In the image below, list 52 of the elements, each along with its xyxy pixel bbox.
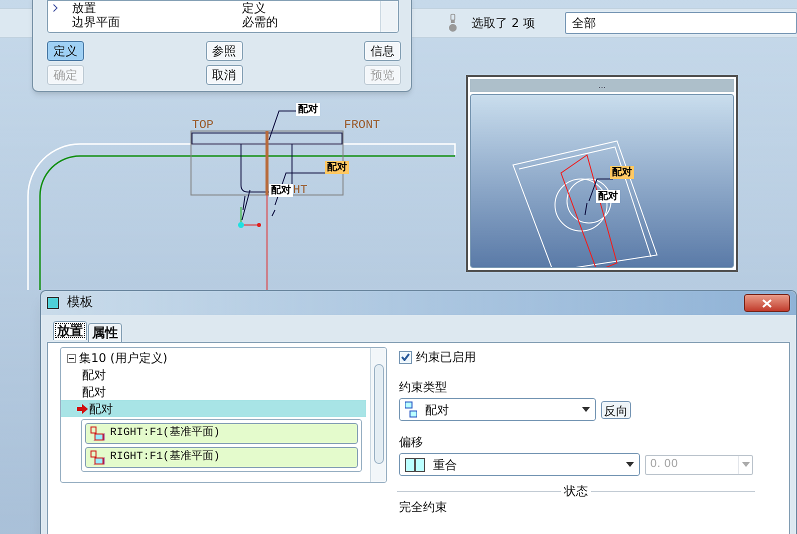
list-item-status: 必需的 [242, 15, 278, 29]
section-label: 状态 [563, 483, 589, 500]
close-button[interactable] [744, 294, 790, 312]
field-label: 约束类型 [399, 379, 448, 396]
datum-plane-label: FRONT [344, 118, 380, 132]
datum-plane-icon [90, 426, 106, 442]
constraint-tag: 配对 [325, 161, 349, 174]
offset-type-dropdown[interactable]: 重合 [399, 453, 640, 476]
checkbox[interactable] [399, 350, 412, 364]
list-item-name[interactable]: 边界平面 [62, 15, 242, 29]
mate-icon [405, 400, 417, 418]
tab[interactable]: 属性 [88, 323, 122, 342]
dialog-button[interactable]: 取消 [206, 65, 242, 85]
window-title: 模板 [67, 294, 93, 312]
coincident-icon [405, 458, 425, 472]
tree-item[interactable]: 配对 [61, 383, 366, 400]
constraint-type-dropdown[interactable]: 配对 [399, 398, 596, 421]
datum-plane-label: HT [293, 183, 308, 197]
filter-dropdown[interactable]: 全部 [564, 12, 797, 34]
tab[interactable]: 放置 [53, 321, 87, 340]
close-icon [762, 298, 772, 308]
tree-item[interactable]: 配对 [61, 400, 366, 417]
constraint-tag: 配对 [596, 190, 620, 203]
current-arrow-icon [77, 404, 88, 414]
dropdown-caret-icon [582, 407, 590, 412]
list-scrollbar[interactable] [380, 1, 398, 32]
dropdown-caret-icon [626, 462, 634, 467]
reference-chip[interactable]: RIGHT:F1(基准平面) [85, 423, 358, 444]
dialog-button[interactable]: 信息 [364, 41, 401, 61]
status-text: 完全约束 [399, 499, 448, 516]
flip-button[interactable]: 反向 [601, 400, 631, 418]
tree-item[interactable]: 配对 [61, 366, 366, 383]
dialog-button[interactable]: 定义 [47, 41, 84, 61]
tree-scrollbar[interactable] [370, 348, 386, 482]
preview-title-bar: ... [470, 79, 734, 92]
datum-plane-icon [90, 450, 106, 466]
dropdown-caret-icon [742, 462, 750, 467]
list-item-name[interactable]: 放置 [62, 1, 242, 15]
constraint-tag: 配对 [610, 166, 634, 179]
collapse-toggle-icon[interactable] [67, 354, 76, 362]
checkbox-label: 约束已启用 [416, 349, 476, 366]
selection-count-text: 选取了 2 项 [472, 15, 535, 32]
window-icon [47, 297, 59, 309]
field-label: 偏移 [399, 434, 424, 451]
datum-plane-label: TOP [192, 118, 214, 132]
tree-item[interactable]: 集10 (用户定义) [79, 349, 168, 367]
constraint-tag: 配对 [269, 184, 293, 197]
constraint-tag: 配对 [296, 103, 320, 116]
dialog-button[interactable]: 参照 [206, 41, 242, 61]
filter-icon [448, 13, 458, 33]
reference-chip[interactable]: RIGHT:F1(基准平面) [85, 447, 358, 468]
list-item-status: 定义 [242, 1, 266, 15]
